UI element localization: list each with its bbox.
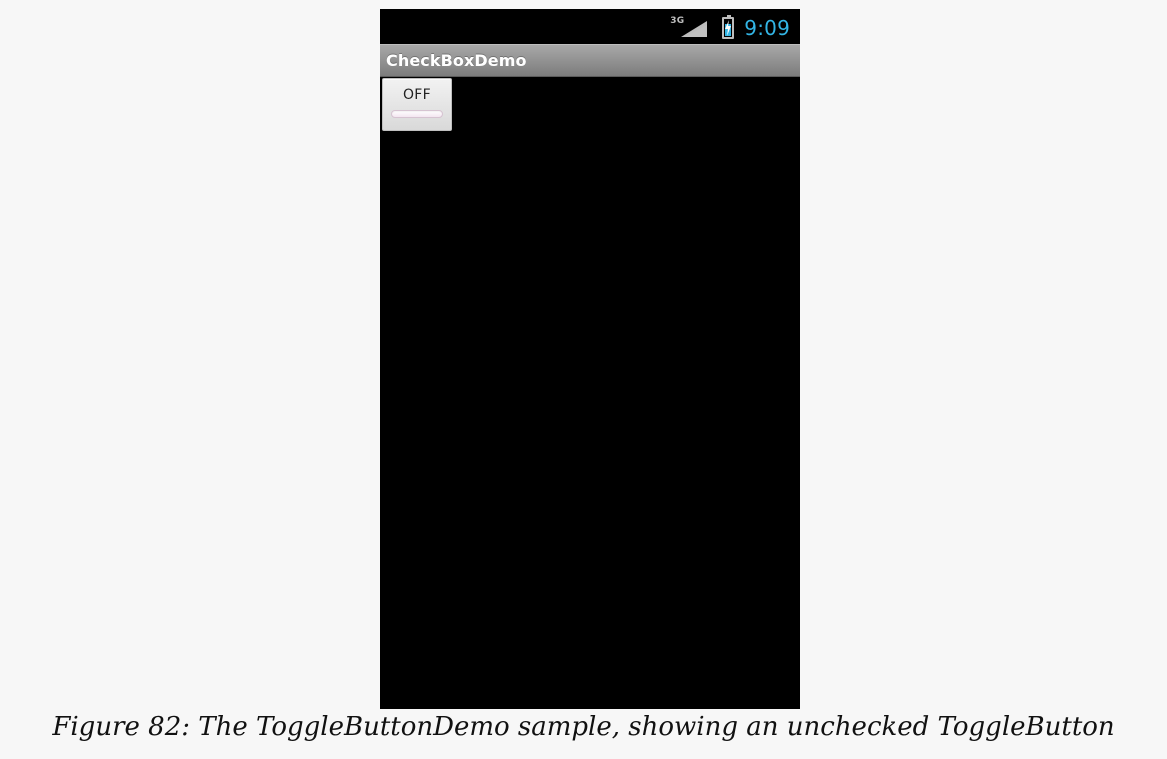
- page: 3G 9:09 CheckBoxDemo OFF Figure 82: The …: [0, 0, 1167, 759]
- app-title-bar: CheckBoxDemo: [380, 44, 800, 77]
- toggle-button[interactable]: OFF: [382, 78, 452, 131]
- status-clock: 9:09: [744, 16, 790, 40]
- figure-caption: Figure 82: The ToggleButtonDemo sample, …: [52, 712, 1115, 742]
- toggle-button-label: OFF: [402, 87, 432, 103]
- phone-screen: 3G 9:09 CheckBoxDemo OFF: [380, 9, 800, 709]
- status-icons: 3G 9:09: [670, 14, 790, 42]
- app-content: OFF: [380, 77, 800, 709]
- battery-charging-icon: [722, 15, 735, 39]
- signal-icon: 3G: [670, 14, 712, 42]
- status-bar: 3G 9:09: [380, 9, 800, 44]
- app-title: CheckBoxDemo: [386, 51, 527, 70]
- toggle-indicator: [391, 110, 443, 118]
